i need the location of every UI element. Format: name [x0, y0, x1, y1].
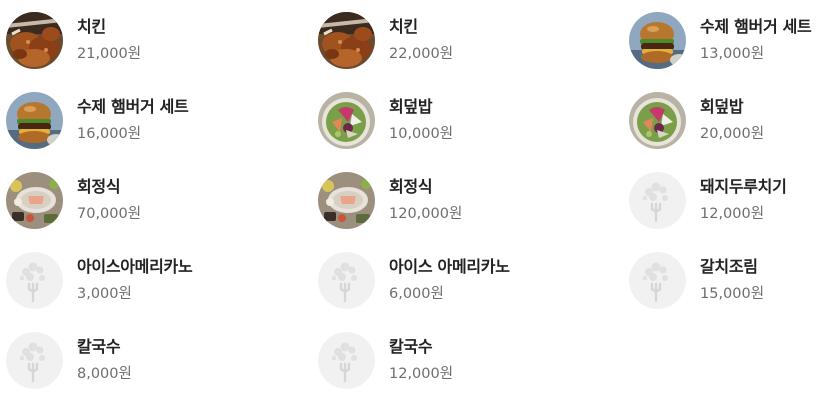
menu-item-price: 6,000원	[389, 286, 444, 302]
menu-item[interactable]: 회정식 70,000원	[6, 168, 296, 232]
menu-item-name: 돼지두루치기	[700, 177, 787, 196]
menu-item[interactable]: 치킨 22,000원	[318, 8, 608, 72]
table-image	[6, 171, 63, 229]
menu-item[interactable]: 갈치조림 15,000원	[629, 248, 831, 312]
menu-item-name: 칼국수	[389, 337, 433, 356]
menu-item-price: 22,000원	[389, 46, 454, 62]
menu-item-price: 10,000원	[389, 126, 454, 142]
menu-item[interactable]: 수제 햄버거 세트 13,000원	[629, 8, 831, 72]
bowl-image	[318, 91, 375, 149]
placeholder-food-icon	[629, 251, 686, 309]
placeholder-food-icon	[318, 251, 375, 309]
menu-item-price: 8,000원	[77, 366, 132, 382]
menu-item[interactable]: 수제 햄버거 세트 16,000원	[6, 88, 296, 152]
menu-item-price: 13,000원	[700, 46, 765, 62]
menu-item-price: 21,000원	[77, 46, 142, 62]
table-image	[318, 171, 375, 229]
menu-item-name: 수제 햄버거 세트	[77, 97, 189, 116]
placeholder-food-icon	[6, 251, 63, 309]
placeholder-food-icon	[629, 171, 686, 229]
menu-item-name: 회정식	[389, 177, 433, 196]
menu-item[interactable]: 칼국수 12,000원	[318, 328, 608, 392]
menu-item[interactable]: 치킨 21,000원	[6, 8, 296, 72]
menu-item[interactable]: 칼국수 8,000원	[6, 328, 296, 392]
menu-item-price: 15,000원	[700, 286, 765, 302]
menu-item-price: 12,000원	[700, 206, 765, 222]
menu-item[interactable]: 돼지두루치기 12,000원	[629, 168, 831, 232]
menu-item-name: 칼국수	[77, 337, 121, 356]
menu-item-name: 아이스아메리카노	[77, 257, 193, 276]
placeholder-food-icon	[318, 331, 375, 389]
menu-item-name: 갈치조림	[700, 257, 758, 276]
menu-item-name: 치킨	[77, 17, 106, 36]
menu-item-price: 16,000원	[77, 126, 142, 142]
menu-item-name: 치킨	[389, 17, 418, 36]
menu-item[interactable]: 회덮밥 20,000원	[629, 88, 831, 152]
menu-item-price: 3,000원	[77, 286, 132, 302]
menu-item-price: 12,000원	[389, 366, 454, 382]
menu-item-name: 회정식	[77, 177, 121, 196]
menu-item[interactable]: 회정식 120,000원	[318, 168, 608, 232]
menu-item-price: 20,000원	[700, 126, 765, 142]
placeholder-food-icon	[6, 331, 63, 389]
menu-item-name: 회덮밥	[389, 97, 433, 116]
menu-item[interactable]: 아이스 아메리카노 6,000원	[318, 248, 608, 312]
bowl-image	[629, 91, 686, 149]
menu-item-price: 120,000원	[389, 206, 463, 222]
burger-image	[6, 91, 63, 149]
burger-image	[629, 11, 686, 69]
menu-item-name: 수제 햄버거 세트	[700, 17, 812, 36]
menu-item-name: 회덮밥	[700, 97, 744, 116]
menu-item-name: 아이스 아메리카노	[389, 257, 510, 276]
chicken-image	[6, 11, 63, 69]
menu-item-price: 70,000원	[77, 206, 142, 222]
chicken-image	[318, 11, 375, 69]
menu-item[interactable]: 아이스아메리카노 3,000원	[6, 248, 296, 312]
menu-item[interactable]: 회덮밥 10,000원	[318, 88, 608, 152]
menu-grid: 치킨 21,000원 치킨 22,000원 수제 햄버거 세트 13,000원 …	[0, 0, 831, 408]
